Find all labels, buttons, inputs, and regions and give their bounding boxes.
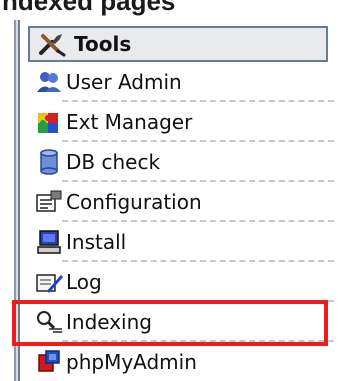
menu-item-install[interactable]: Install	[34, 222, 334, 262]
menu-item-configuration[interactable]: Configuration	[34, 182, 334, 222]
menu-item-label: Indexing	[66, 310, 152, 334]
menu-item-label: Log	[66, 270, 102, 294]
config-icon	[34, 187, 64, 217]
menu-item-label: phpMyAdmin	[66, 350, 197, 374]
menu-item-indexing[interactable]: Indexing	[34, 302, 334, 342]
menu-item-phpmyadmin[interactable]: phpMyAdmin	[34, 342, 334, 381]
menu-item-label: Install	[66, 230, 127, 254]
menu-item-db-check[interactable]: DB check	[34, 142, 334, 182]
users-icon	[34, 67, 64, 97]
tools-menu-list: User Admin Ext Manager DB check Configur…	[34, 62, 334, 381]
tools-menu-title: Tools	[74, 32, 132, 56]
menu-item-label: Configuration	[66, 190, 202, 214]
menu-item-label: Ext Manager	[66, 110, 193, 134]
magnifier-icon	[34, 307, 64, 337]
tools-menu-header[interactable]: Tools	[28, 26, 328, 62]
puzzle-icon	[34, 107, 64, 137]
page-heading: ndexed pages	[2, 0, 176, 16]
menu-item-label: User Admin	[66, 70, 182, 94]
menu-item-ext-manager[interactable]: Ext Manager	[34, 102, 334, 142]
log-icon	[34, 267, 64, 297]
left-rail	[14, 20, 22, 381]
menu-item-log[interactable]: Log	[34, 262, 334, 302]
wrench-screwdriver-icon	[36, 29, 70, 59]
database-icon	[34, 147, 64, 177]
menu-item-label: DB check	[66, 150, 161, 174]
phpmyadmin-icon	[34, 347, 64, 377]
menu-item-user-admin[interactable]: User Admin	[34, 62, 334, 102]
computer-icon	[34, 227, 64, 257]
